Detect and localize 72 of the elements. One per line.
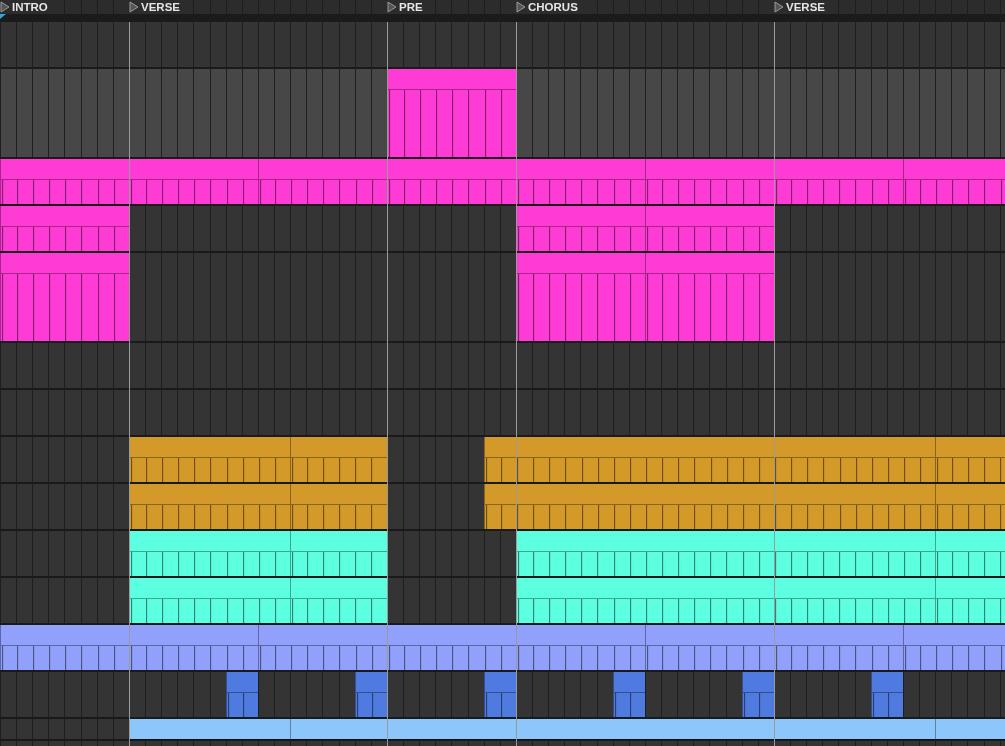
clip[interactable] [0, 159, 129, 204]
clip[interactable] [0, 206, 129, 251]
clip[interactable] [387, 625, 516, 670]
clip[interactable] [0, 625, 129, 670]
clip[interactable] [290, 437, 387, 482]
track-lane[interactable] [0, 625, 1005, 672]
clip[interactable] [870, 672, 903, 717]
track-lane[interactable] [0, 437, 1005, 484]
clip[interactable] [129, 531, 291, 576]
clip[interactable] [645, 159, 774, 204]
clip[interactable] [645, 253, 774, 341]
clip[interactable] [290, 719, 936, 739]
clip[interactable] [903, 625, 1005, 670]
track-lane[interactable] [0, 390, 1005, 437]
clip[interactable] [741, 672, 774, 717]
clip[interactable] [935, 719, 1005, 739]
clip[interactable] [129, 484, 291, 529]
clip[interactable] [645, 625, 774, 670]
track-lane[interactable] [0, 22, 1005, 69]
locator-marker[interactable]: INTRO [0, 0, 51, 14]
clip[interactable] [290, 578, 387, 623]
locator-marker[interactable]: CHORUS [516, 0, 581, 14]
track-lane[interactable] [0, 484, 1005, 531]
track-lane[interactable] [0, 578, 1005, 625]
clip[interactable] [774, 159, 903, 204]
locator-flag-icon [387, 1, 397, 13]
clip[interactable] [935, 531, 1005, 576]
clip[interactable] [516, 578, 936, 623]
clip[interactable] [935, 484, 1005, 529]
clip[interactable] [258, 625, 387, 670]
clip[interactable] [935, 437, 1005, 482]
clip[interactable] [516, 206, 645, 251]
track-lane[interactable] [0, 719, 1005, 741]
locator-marker[interactable]: PRE [387, 0, 426, 14]
locator-flag-icon [774, 1, 784, 13]
clip[interactable] [354, 672, 387, 717]
clip[interactable] [129, 719, 291, 739]
clip[interactable] [516, 159, 645, 204]
clip[interactable] [774, 625, 903, 670]
track-lane[interactable] [0, 206, 1005, 253]
locator-flag-icon [516, 1, 526, 13]
clip[interactable] [129, 578, 291, 623]
locator-marker[interactable]: VERSE [774, 0, 828, 14]
clip[interactable] [935, 578, 1005, 623]
track-lane[interactable] [0, 672, 1005, 719]
clip[interactable] [290, 531, 387, 576]
clip[interactable] [129, 437, 291, 482]
locator-flag-icon [129, 1, 139, 13]
clip[interactable] [387, 69, 516, 157]
clip[interactable] [483, 437, 936, 482]
clip[interactable] [483, 484, 936, 529]
clip[interactable] [225, 672, 258, 717]
track-lane[interactable] [0, 159, 1005, 206]
track-lane[interactable] [0, 531, 1005, 578]
clip[interactable] [258, 159, 387, 204]
track-lane[interactable] [0, 343, 1005, 390]
clip[interactable] [387, 159, 516, 204]
clip[interactable] [903, 159, 1005, 204]
clip[interactable] [645, 206, 774, 251]
clip[interactable] [483, 672, 516, 717]
locator-marker[interactable]: VERSE [129, 0, 183, 14]
clip[interactable] [129, 625, 258, 670]
locator-flag-icon [0, 1, 10, 13]
clip[interactable] [0, 253, 129, 341]
clip[interactable] [290, 484, 387, 529]
track-lane[interactable] [0, 253, 1005, 343]
track-lane[interactable] [0, 69, 1005, 159]
clip[interactable] [612, 672, 645, 717]
clip[interactable] [516, 625, 645, 670]
clip[interactable] [516, 531, 936, 576]
clip[interactable] [516, 253, 645, 341]
clip[interactable] [129, 159, 258, 204]
